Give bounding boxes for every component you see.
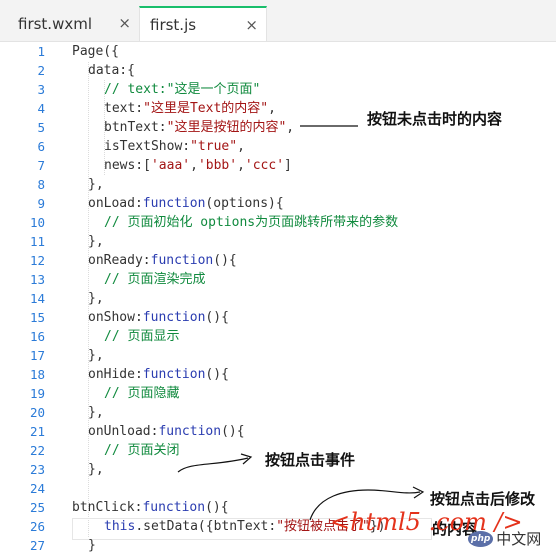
annotation-click-event: 按钮点击事件	[265, 451, 356, 469]
annotation-arrows	[177, 125, 425, 521]
curved-arrow	[177, 457, 249, 473]
php-logo-icon: php	[468, 530, 494, 547]
logo-text: 中文网	[496, 530, 542, 548]
annotation-after-click: 按钮点击后修改	[430, 490, 536, 508]
watermark-logo: php 中文网	[468, 528, 541, 549]
annotation-not-clicked: 按钮未点击时的内容	[367, 110, 503, 128]
